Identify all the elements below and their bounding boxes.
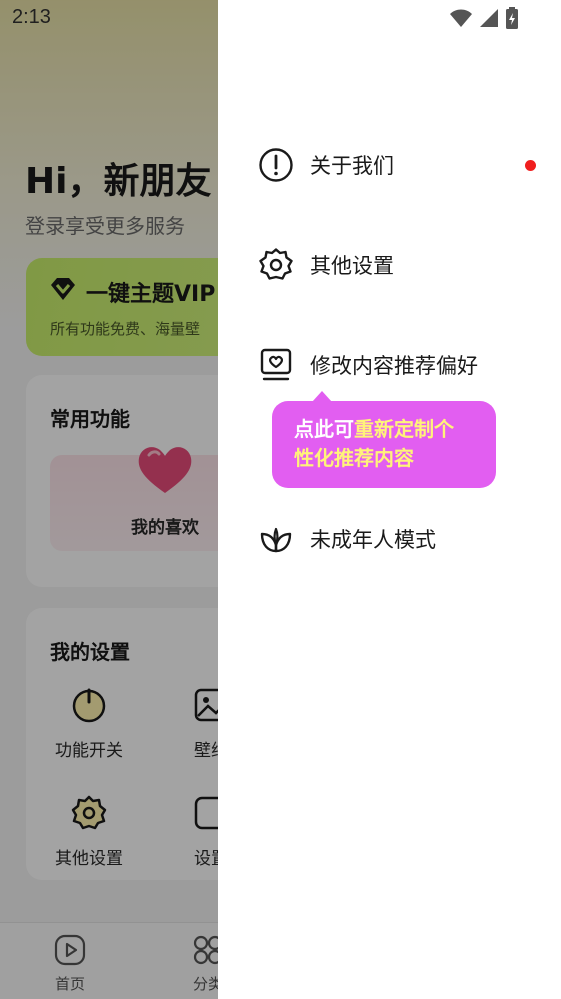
- sprout-icon: [260, 527, 292, 553]
- status-icons: [449, 6, 519, 30]
- signal-icon: [480, 9, 498, 27]
- menu-item-minor-mode[interactable]: 未成年人模式: [258, 514, 548, 564]
- menu-item-label: 修改内容推荐偏好: [310, 354, 478, 378]
- notification-dot: [525, 160, 536, 171]
- menu-item-about-us[interactable]: 关于我们: [258, 140, 548, 190]
- side-drawer: 关于我们 其他设置 修改内容推荐偏好 点此可重新定制个性化推荐内容 未成年人模式: [218, 0, 561, 999]
- menu-item-recommend-preference[interactable]: 修改内容推荐偏好: [258, 340, 548, 390]
- tooltip-prefix: 点此可: [294, 417, 354, 441]
- gear-icon: [259, 248, 293, 280]
- info-icon: [259, 148, 293, 182]
- menu-item-label: 未成年人模式: [310, 528, 436, 552]
- wifi-icon: [450, 9, 472, 27]
- recommend-preference-tooltip: 点此可重新定制个性化推荐内容: [272, 391, 496, 488]
- menu-item-other-settings[interactable]: 其他设置: [258, 240, 548, 290]
- menu-item-label: 关于我们: [310, 154, 394, 178]
- menu-item-label: 其他设置: [310, 254, 394, 278]
- tooltip-line2: 性化推荐内容: [294, 446, 414, 470]
- recommend-preference-icon: [260, 348, 292, 381]
- tooltip-highlight: 重新定制个: [354, 417, 454, 441]
- tooltip-text: 点此可重新定制个性化推荐内容: [294, 415, 484, 473]
- battery-icon: [506, 7, 518, 29]
